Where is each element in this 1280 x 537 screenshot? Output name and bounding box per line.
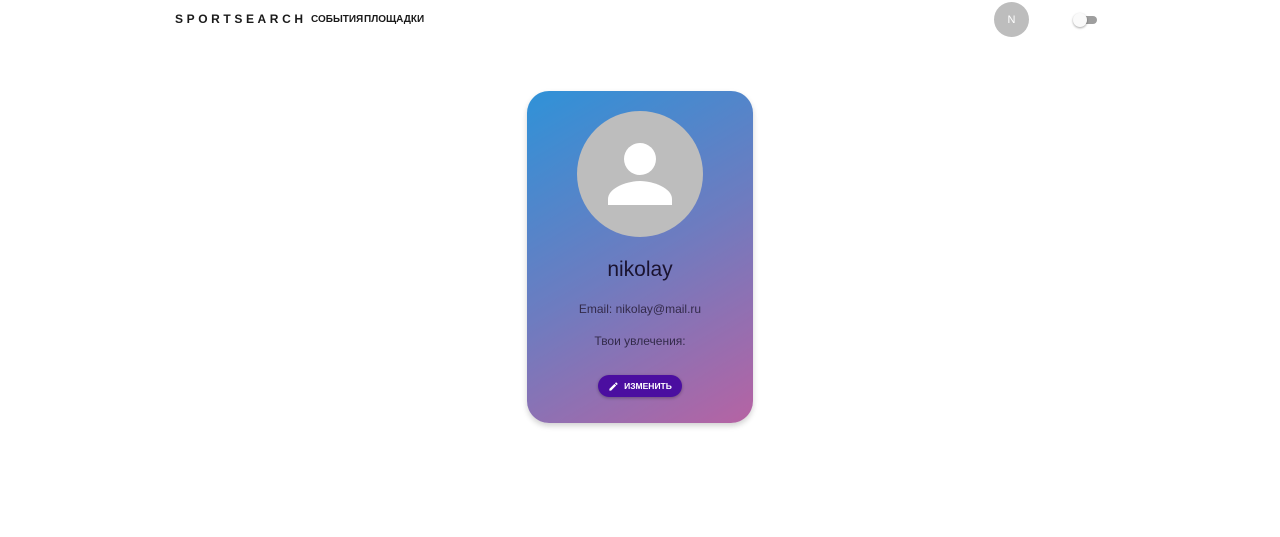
nav-link-events[interactable]: СОБЫТИЯ — [311, 14, 363, 25]
edit-profile-button[interactable]: ИЗМЕНИТЬ — [598, 375, 682, 397]
email-value: nikolay@mail.ru — [615, 302, 702, 316]
theme-toggle[interactable] — [1073, 13, 1099, 27]
hobbies-label: Твои увлечения: — [594, 334, 686, 348]
person-icon — [577, 111, 703, 237]
nav-link-venues[interactable]: ПЛОЩАДКИ — [364, 14, 424, 25]
email-label: Email: — [578, 302, 613, 316]
profile-card: nikolay Email: nikolay@mail.ru Твои увле… — [527, 91, 753, 423]
toggle-thumb — [1073, 13, 1087, 27]
user-avatar-button[interactable]: N — [994, 2, 1029, 37]
profile-username: nikolay — [607, 258, 673, 281]
avatar-initial: N — [1007, 13, 1016, 26]
profile-email-line: Email: nikolay@mail.ru — [527, 302, 753, 316]
brand-logo[interactable]: SPORTSEARCH — [175, 12, 307, 26]
pencil-icon — [609, 381, 618, 391]
top-navbar: SPORTSEARCH СОБЫТИЯ ПЛОЩАДКИ N — [0, 0, 1280, 40]
edit-button-label: ИЗМЕНИТЬ — [624, 381, 672, 391]
